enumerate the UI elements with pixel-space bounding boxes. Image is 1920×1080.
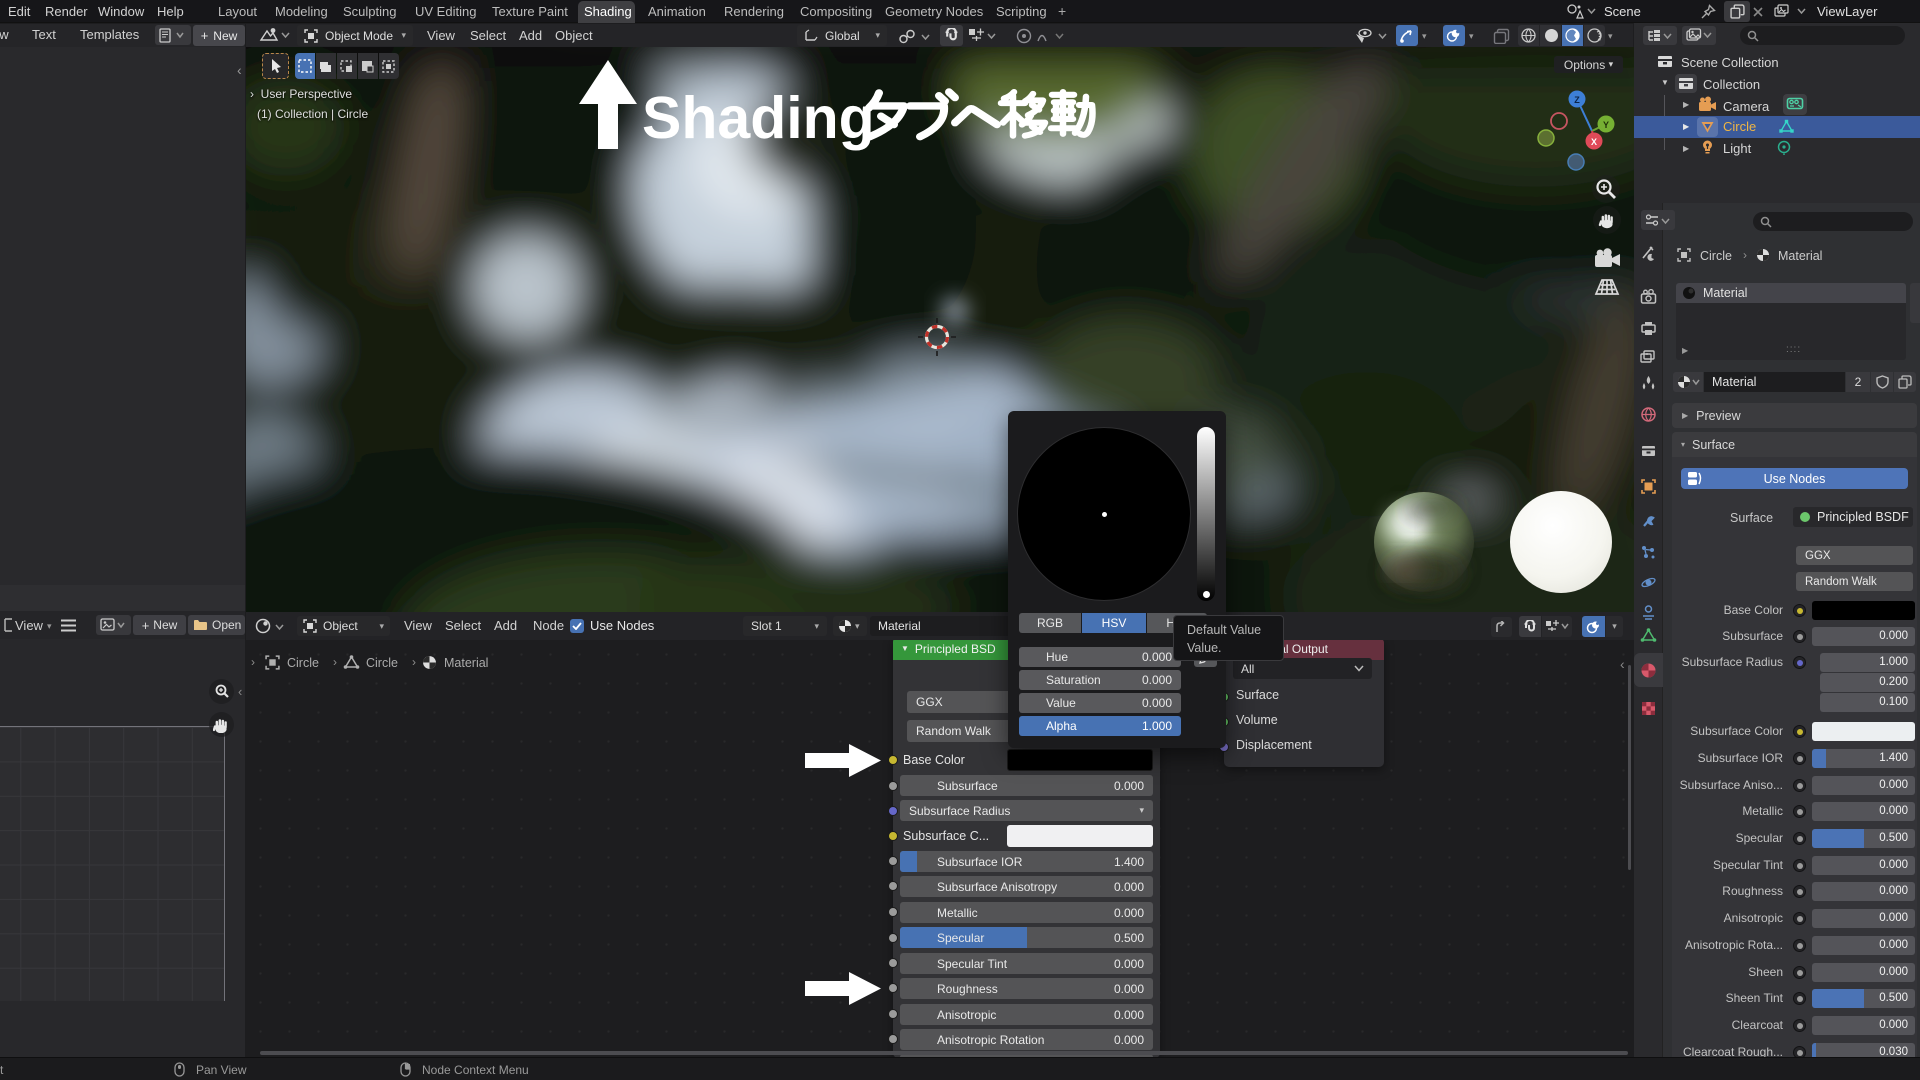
- svg-text:X: X: [1591, 137, 1597, 147]
- svg-text:Shading: Shading: [642, 85, 875, 151]
- svg-text:Z: Z: [1574, 95, 1580, 105]
- svg-text:Y: Y: [1603, 120, 1609, 130]
